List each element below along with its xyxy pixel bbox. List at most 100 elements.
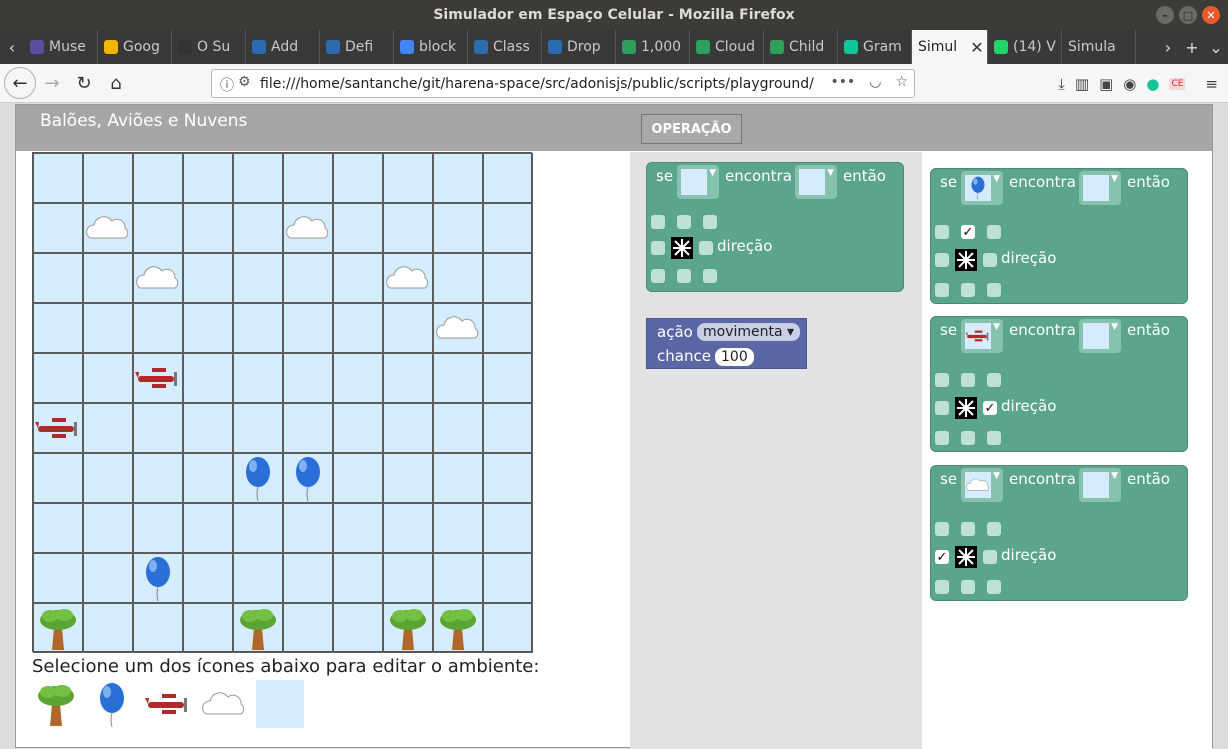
account-icon[interactable]: ◉ <box>1123 75 1136 93</box>
grid-cell[interactable] <box>333 153 383 203</box>
grid-cell[interactable] <box>183 153 233 203</box>
grid-cell[interactable] <box>283 353 333 403</box>
grid-cell[interactable] <box>233 153 283 203</box>
direction-checkbox[interactable] <box>987 283 1001 297</box>
tab[interactable]: Add <box>246 30 320 64</box>
grid-cell[interactable] <box>483 153 533 203</box>
agent-dropdown[interactable]: ▼ <box>961 319 1003 353</box>
tab[interactable]: Simul ✕ <box>912 30 988 64</box>
library-icon[interactable]: ▥ <box>1075 75 1089 93</box>
grid-cell[interactable] <box>433 603 483 653</box>
direction-checkbox[interactable]: ✓ <box>961 225 975 240</box>
grid-cell[interactable] <box>333 353 383 403</box>
direction-checkbox[interactable] <box>703 269 717 283</box>
grid-cell[interactable] <box>383 503 433 553</box>
environment-grid[interactable] <box>32 152 533 653</box>
grid-cell[interactable] <box>133 303 183 353</box>
grid-cell[interactable] <box>233 303 283 353</box>
grid-cell[interactable] <box>383 603 433 653</box>
agent-dropdown[interactable]: ▼ <box>961 468 1003 502</box>
grid-cell[interactable] <box>283 453 333 503</box>
direction-checkbox[interactable] <box>703 215 717 229</box>
grid-cell[interactable] <box>333 303 383 353</box>
tab[interactable]: block <box>394 30 468 64</box>
tab[interactable]: Goog <box>98 30 172 64</box>
operation-button[interactable]: OPERAÇÃO <box>641 114 742 144</box>
grid-cell[interactable] <box>133 503 183 553</box>
target-dropdown[interactable]: ▼ <box>1079 468 1121 502</box>
grid-cell[interactable] <box>33 303 83 353</box>
direction-checkbox[interactable] <box>983 550 997 564</box>
grid-cell[interactable] <box>33 553 83 603</box>
direction-checkbox[interactable] <box>651 215 665 229</box>
grid-cell[interactable] <box>83 503 133 553</box>
plane-palette-icon[interactable] <box>144 680 192 728</box>
grid-cell[interactable] <box>33 603 83 653</box>
grid-cell[interactable] <box>83 153 133 203</box>
grid-cell[interactable] <box>133 253 183 303</box>
grid-cell[interactable] <box>33 503 83 553</box>
direction-checkbox[interactable] <box>935 431 949 445</box>
url-bar[interactable]: ⓘ ⚙ file:///home/santanche/git/harena-sp… <box>211 69 915 98</box>
grid-cell[interactable] <box>83 203 133 253</box>
grid-cell[interactable] <box>283 553 333 603</box>
grid-cell[interactable] <box>483 303 533 353</box>
balloon-palette-icon[interactable] <box>88 680 136 728</box>
grid-cell[interactable] <box>283 153 333 203</box>
grid-cell[interactable] <box>33 403 83 453</box>
grid-cell[interactable] <box>133 203 183 253</box>
direction-checkbox[interactable] <box>987 580 1001 594</box>
grid-cell[interactable] <box>383 253 433 303</box>
grid-cell[interactable] <box>183 303 233 353</box>
direction-checkbox[interactable] <box>961 373 975 387</box>
forward-arrow-icon[interactable]: → <box>36 67 68 99</box>
direction-checkbox[interactable] <box>935 283 949 297</box>
rule-block[interactable]: se ▼ encontra ▼ então ✓ direção <box>930 316 1188 452</box>
grid-cell[interactable] <box>233 453 283 503</box>
direction-checkbox[interactable] <box>651 269 665 283</box>
reload-icon[interactable]: ↻ <box>68 67 100 99</box>
grid-cell[interactable] <box>483 203 533 253</box>
grid-cell[interactable] <box>483 453 533 503</box>
grid-cell[interactable] <box>83 353 133 403</box>
cloud-palette-icon[interactable] <box>200 680 248 728</box>
grid-cell[interactable] <box>483 353 533 403</box>
grid-cell[interactable] <box>133 153 183 203</box>
grid-cell[interactable] <box>483 253 533 303</box>
tabs-scroll-right-icon[interactable]: › <box>1156 38 1180 57</box>
grid-cell[interactable] <box>133 453 183 503</box>
back-arrow-icon[interactable]: ← <box>4 67 36 99</box>
sidebar-icon[interactable]: ▣ <box>1099 75 1113 93</box>
agent-dropdown[interactable]: ▼ <box>677 165 719 199</box>
grid-cell[interactable] <box>83 253 133 303</box>
grid-cell[interactable] <box>333 253 383 303</box>
rule-block[interactable]: se ▼ encontra ▼ então ✓ direção <box>930 465 1188 601</box>
grid-cell[interactable] <box>83 403 133 453</box>
grid-cell[interactable] <box>183 453 233 503</box>
tab[interactable]: O Su <box>172 30 246 64</box>
close-icon[interactable]: ✕ <box>1202 6 1220 24</box>
grammarly-icon[interactable]: ● <box>1146 75 1159 93</box>
grid-cell[interactable] <box>483 403 533 453</box>
grid-cell[interactable] <box>383 303 433 353</box>
grid-cell[interactable] <box>283 403 333 453</box>
tab[interactable]: 1,000 <box>616 30 690 64</box>
home-icon[interactable]: ⌂ <box>100 67 132 99</box>
grid-cell[interactable] <box>333 603 383 653</box>
grid-cell[interactable] <box>33 253 83 303</box>
grid-cell[interactable] <box>433 453 483 503</box>
grid-cell[interactable] <box>133 553 183 603</box>
agent-dropdown[interactable]: ▼ <box>961 171 1003 205</box>
direction-checkbox[interactable] <box>699 241 713 255</box>
direction-checkbox[interactable] <box>961 522 975 536</box>
grid-cell[interactable] <box>283 603 333 653</box>
direction-checkbox[interactable] <box>987 225 1001 239</box>
direction-checkbox[interactable]: ✓ <box>983 401 997 416</box>
grid-cell[interactable] <box>433 353 483 403</box>
direction-checkbox[interactable] <box>987 522 1001 536</box>
tab[interactable]: Defi <box>320 30 394 64</box>
direction-checkbox[interactable] <box>961 431 975 445</box>
grid-cell[interactable] <box>83 303 133 353</box>
tab[interactable]: (14) V <box>988 30 1062 64</box>
bookmark-star-icon[interactable]: ☆ <box>895 74 908 90</box>
